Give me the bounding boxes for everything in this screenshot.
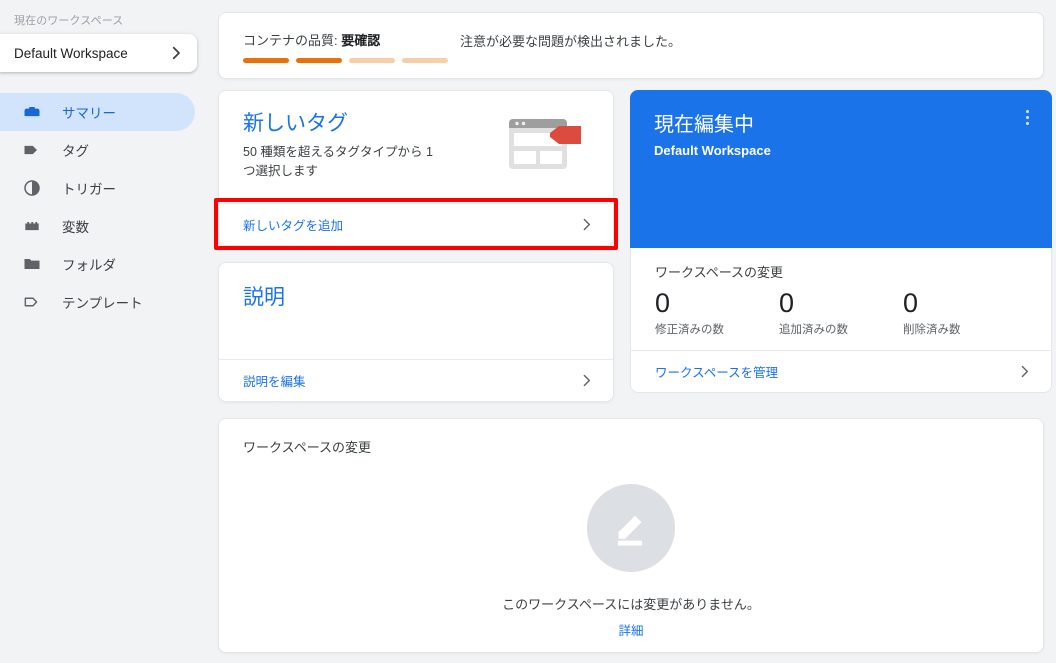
edit-pencil-icon: [587, 484, 675, 572]
more-vert-icon[interactable]: [1016, 106, 1038, 128]
quality-bar-segment: [243, 58, 289, 63]
sidebar-item-variables[interactable]: 変数: [0, 207, 195, 245]
stat-value: 0: [655, 288, 671, 318]
stat-deleted: 0 削除済み数: [903, 287, 1027, 337]
description-title: 説明: [243, 286, 285, 309]
add-new-tag-label: 新しいタグを追加: [243, 219, 344, 233]
sidebar-item-templates[interactable]: テンプレート: [0, 283, 195, 321]
workspace-selector[interactable]: Default Workspace: [0, 34, 197, 72]
quality-message: 注意が必要な問題が検出されました。: [460, 34, 682, 49]
sidebar: 現在のワークスペース Default Workspace サマリー タグ トリガ…: [0, 0, 210, 663]
description-card: 説明 説明を編集: [218, 262, 614, 402]
workspace-changes-panel-title: ワークスペースの変更: [243, 440, 372, 455]
new-tag-body: 新しいタグ 50 種類を超えるタグタイプから 1 つ選択します: [219, 91, 613, 203]
empty-state-message: このワークスペースには変更がありません。: [502, 597, 760, 612]
sidebar-item-triggers[interactable]: トリガー: [0, 169, 195, 207]
quality-meter: コンテナの品質: 要確認: [243, 30, 448, 63]
quality-status: 要確認: [341, 33, 381, 48]
workspace-changes-body: ワークスペースの変更 0 修正済みの数 0 追加済みの数 0 削除済み数: [631, 248, 1051, 350]
empty-state-details-link[interactable]: 詳細: [618, 620, 643, 639]
chevron-right-icon: [578, 372, 595, 389]
variable-icon: [22, 216, 44, 236]
chevron-right-icon: [167, 44, 185, 62]
chevron-right-icon: [1016, 363, 1033, 380]
sidebar-item-label: テンプレート: [62, 296, 143, 311]
tag-icon: [22, 140, 44, 160]
sidebar-item-label: 変数: [62, 220, 89, 235]
sidebar-item-label: タグ: [62, 144, 89, 159]
stat-caption: 削除済み数: [903, 324, 961, 336]
quality-bar-segment: [402, 58, 448, 63]
manage-workspace-label: ワークスペースを管理: [655, 366, 779, 380]
template-icon: [22, 292, 44, 312]
container-quality-banner: コンテナの品質: 要確認 注意が必要な問題が検出されました。: [218, 12, 1044, 79]
new-tag-title: 新しいタグ: [243, 112, 348, 135]
new-tag-text: 新しいタグ 50 種類を超えるタグタイプから 1 つ選択します: [243, 111, 507, 187]
workspace-changes-summary: ワークスペースの変更 0 修正済みの数 0 追加済みの数 0 削除済み数 ワーク…: [630, 248, 1052, 393]
sidebar-item-summary[interactable]: サマリー: [0, 93, 195, 131]
current-workspace-header: 現在編集中 Default Workspace: [630, 90, 1052, 248]
stat-caption: 追加済みの数: [779, 324, 848, 336]
sidebar-item-tags[interactable]: タグ: [0, 131, 195, 169]
container-icon: [22, 102, 44, 122]
stat-value: 0: [779, 288, 795, 318]
main-content: コンテナの品質: 要確認 注意が必要な問題が検出されました。 新しいタグ 50 …: [210, 0, 1056, 663]
new-tag-subtitle: 50 種類を超えるタグタイプから 1 つ選択します: [243, 145, 433, 178]
quality-bar-segment: [296, 58, 342, 63]
current-workspace-label: 現在のワークスペース: [14, 15, 124, 27]
stat-modified: 0 修正済みの数: [655, 287, 779, 337]
sidebar-nav: サマリー タグ トリガー 変数 フォルダ テンプレート: [0, 93, 210, 321]
folder-icon: [22, 254, 44, 274]
quality-title: コンテナの品質: 要確認: [243, 30, 448, 49]
cards-grid: 新しいタグ 50 種類を超えるタグタイプから 1 つ選択します 新しいタグを追加…: [214, 90, 1052, 402]
browser-tag-illustration-icon: [507, 111, 593, 187]
empty-state: このワークスペースには変更がありません。 詳細: [219, 484, 1043, 639]
gtm-workspace-page: 現在のワークスペース Default Workspace サマリー タグ トリガ…: [0, 0, 1056, 663]
sidebar-item-label: トリガー: [62, 182, 116, 197]
manage-workspace-action[interactable]: ワークスペースを管理: [631, 350, 1051, 392]
workspace-changes-stats: 0 修正済みの数 0 追加済みの数 0 削除済み数: [655, 287, 1027, 337]
quality-bar-segment: [349, 58, 395, 63]
trigger-icon: [22, 178, 44, 198]
edit-description-label: 説明を編集: [243, 375, 306, 389]
sidebar-item-folders[interactable]: フォルダ: [0, 245, 195, 283]
workspace-changes-panel: ワークスペースの変更 このワークスペースには変更がありません。 詳細: [218, 418, 1044, 653]
current-workspace-card: 現在編集中 Default Workspace ワークスペースの変更 0 修正済…: [630, 90, 1052, 393]
current-workspace-name: Default Workspace: [654, 143, 771, 158]
description-body: 説明: [219, 263, 613, 359]
new-tag-card: 新しいタグ 50 種類を超えるタグタイプから 1 つ選択します 新しいタグを追加: [214, 90, 618, 250]
workspace-selector-name: Default Workspace: [14, 45, 128, 61]
workspace-changes-title: ワークスペースの変更: [655, 265, 784, 280]
current-workspace-text: 現在編集中 Default Workspace: [654, 112, 771, 248]
chevron-right-icon: [578, 216, 595, 233]
current-workspace-title: 現在編集中: [654, 114, 754, 136]
sidebar-item-label: フォルダ: [62, 258, 116, 273]
stat-caption: 修正済みの数: [655, 324, 724, 336]
sidebar-item-label: サマリー: [62, 106, 116, 121]
edit-description-action[interactable]: 説明を編集: [219, 359, 613, 401]
add-new-tag-action[interactable]: 新しいタグを追加: [219, 203, 613, 245]
stat-value: 0: [903, 288, 919, 318]
right-column: 現在編集中 Default Workspace ワークスペースの変更 0 修正済…: [630, 90, 1052, 402]
quality-title-prefix: コンテナの品質:: [243, 33, 342, 48]
stat-added: 0 追加済みの数: [779, 287, 903, 337]
left-column: 新しいタグ 50 種類を超えるタグタイプから 1 つ選択します 新しいタグを追加…: [214, 90, 618, 402]
quality-bars: [243, 58, 448, 63]
